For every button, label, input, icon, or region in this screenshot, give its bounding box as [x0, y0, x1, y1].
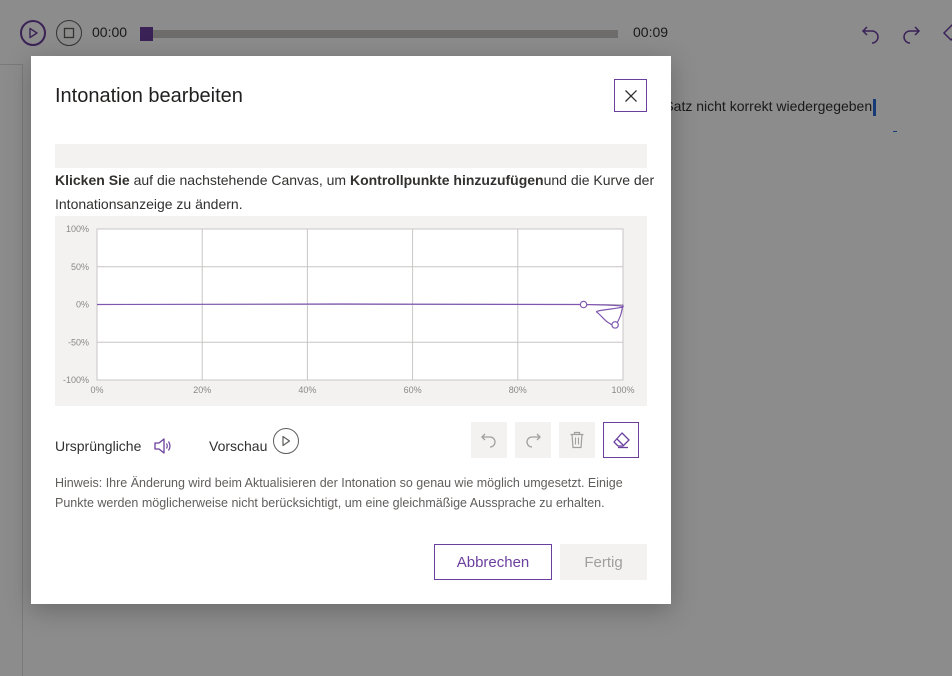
preview-play-button[interactable] — [273, 428, 299, 454]
y-tick-label: -50% — [68, 337, 89, 347]
intonation-chart[interactable]: 100%50%0%-50%-100%0% 20% 40% 60% 80% 100% — [55, 216, 647, 406]
original-label: Ursprüngliche — [55, 438, 142, 454]
x-tick-label: 100% — [611, 385, 634, 395]
preview-controls: Ursprüngliche Vorschau — [55, 422, 647, 466]
redo-icon — [526, 433, 541, 448]
y-tick-label: 50% — [71, 262, 89, 272]
undo-icon — [481, 433, 496, 448]
control-point[interactable] — [579, 300, 588, 309]
cancel-button[interactable]: Abbrechen — [434, 544, 552, 580]
control-point[interactable] — [611, 321, 619, 329]
done-button[interactable]: Fertig — [560, 544, 647, 580]
x-tick-label: 0% — [90, 385, 103, 395]
intonation-dialog: Intonation bearbeiten Klicken Sie auf di… — [31, 56, 671, 604]
curve-undo-button[interactable] — [471, 422, 507, 458]
curve-redo-button[interactable] — [515, 422, 551, 458]
hint-text: Hinweis: Ihre Änderung wird beim Aktuali… — [55, 476, 623, 510]
y-tick-label: 100% — [66, 224, 89, 234]
preview-label: Vorschau — [209, 438, 268, 454]
dialog-title: Intonation bearbeiten — [55, 85, 243, 107]
curve-delete-button[interactable] — [559, 422, 595, 458]
trash-icon — [570, 431, 584, 449]
curve-reset-button[interactable] — [603, 422, 639, 458]
dialog-header-strip — [55, 144, 647, 168]
x-tick-label: 80% — [509, 385, 527, 395]
play-icon — [282, 435, 291, 447]
instruction-text: Klicken Sie auf die nachstehende Canvas,… — [55, 168, 655, 216]
eraser-icon — [613, 432, 630, 449]
intonation-canvas[interactable]: 100% 50% 0% -50% -100% 0% 20% 40% 60% 80% 100% — [55, 216, 647, 406]
speaker-icon[interactable] — [153, 437, 173, 455]
x-tick-label: 20% — [193, 385, 211, 395]
y-tick-label: 0% — [76, 300, 89, 310]
close-button[interactable] — [614, 79, 647, 112]
instruction-bold-2: Kontrollpunkte hinzuzufügen — [349, 172, 544, 188]
x-tick-label: 60% — [404, 385, 422, 395]
y-tick-label: -100% — [63, 375, 89, 385]
instruction-bold-1: Klicken Sie — [55, 172, 130, 188]
x-tick-label: 40% — [298, 385, 316, 395]
close-icon — [624, 89, 637, 102]
instruction-text-1: auf die nachstehende Canvas, um — [129, 172, 350, 188]
